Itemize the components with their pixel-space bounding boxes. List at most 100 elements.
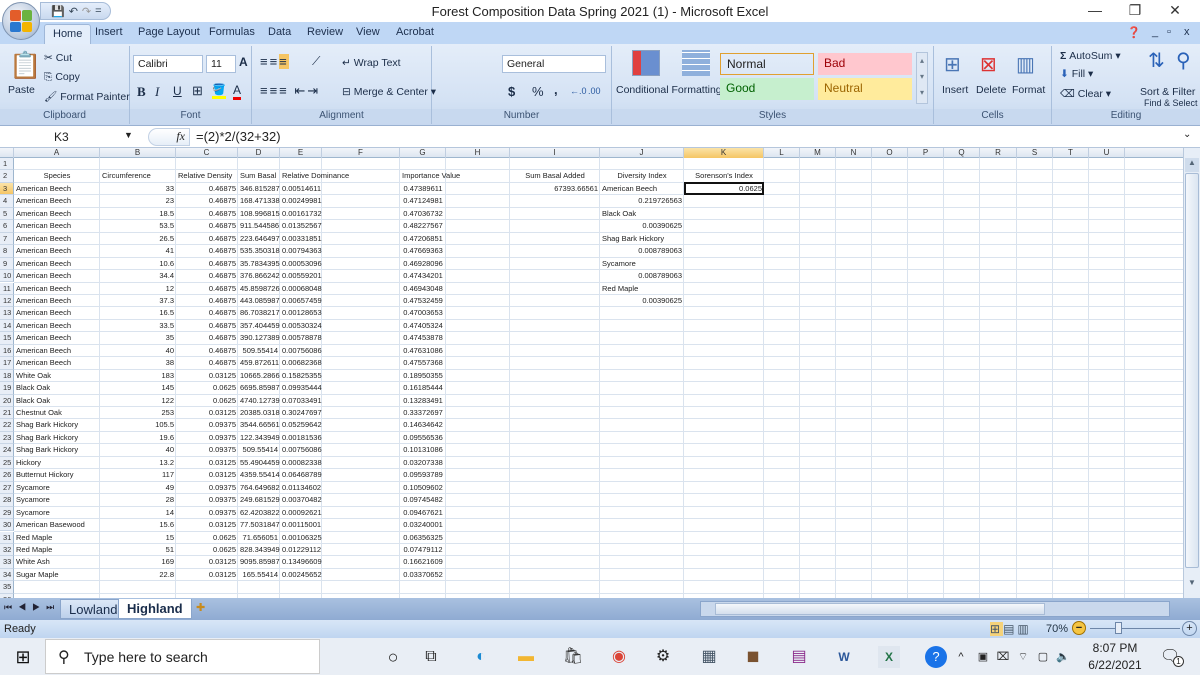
- row-header-32[interactable]: 32: [0, 543, 14, 557]
- selected-cell[interactable]: [684, 181, 764, 196]
- cell-b14[interactable]: 33.5: [102, 320, 174, 332]
- cell-g11[interactable]: 0.46943048: [402, 283, 444, 295]
- insert-sheet-icon[interactable]: ✚: [188, 599, 213, 619]
- minimize-button[interactable]: —: [1075, 2, 1115, 20]
- help-tray-icon[interactable]: ?: [925, 646, 947, 668]
- cell-b20[interactable]: 122: [102, 395, 174, 407]
- cell-e29[interactable]: 0.00092621: [282, 507, 322, 519]
- column-header-h[interactable]: H: [446, 148, 510, 158]
- font-color-icon[interactable]: A: [233, 83, 242, 100]
- cell-e11[interactable]: 0.00068048: [282, 283, 322, 295]
- taskbar-search[interactable]: ⚲ Type here to search: [45, 639, 320, 674]
- file-explorer-icon[interactable]: ▬: [515, 646, 537, 668]
- vertical-scrollbar[interactable]: ▲ ▼: [1183, 148, 1200, 598]
- paste-icon[interactable]: 📋: [9, 50, 41, 81]
- cell-b34[interactable]: 22.8: [102, 569, 174, 581]
- cell-j10[interactable]: 0.008789063: [602, 270, 682, 282]
- cell-g23[interactable]: 0.09556536: [402, 432, 444, 444]
- column-header-r[interactable]: R: [980, 148, 1017, 158]
- tray-meet-icon[interactable]: ▣: [972, 646, 994, 668]
- column-header-l[interactable]: L: [764, 148, 800, 158]
- column-header-o[interactable]: O: [872, 148, 908, 158]
- cell-d24[interactable]: 509.55414: [240, 444, 278, 456]
- cell-j5[interactable]: Black Oak: [602, 208, 748, 220]
- cell-a25[interactable]: Hickory: [16, 457, 98, 469]
- cell-d26[interactable]: 4359.55414: [240, 469, 280, 481]
- row-header-10[interactable]: 10: [0, 270, 14, 283]
- cell-b5[interactable]: 18.5: [102, 208, 174, 220]
- cell-d5[interactable]: 108.996815: [240, 208, 280, 220]
- cell-g26[interactable]: 0.09593789: [402, 469, 444, 481]
- fill-color-icon[interactable]: 🪣: [212, 83, 226, 99]
- row-header-16[interactable]: 16: [0, 344, 14, 358]
- settings-icon[interactable]: ⚙: [652, 646, 674, 668]
- cell-b27[interactable]: 49: [102, 482, 174, 494]
- cell-b9[interactable]: 10.6: [102, 258, 174, 270]
- cell-j9[interactable]: Sycamore: [602, 258, 748, 270]
- cell-b8[interactable]: 41: [102, 245, 174, 257]
- cell-g34[interactable]: 0.03370652: [402, 569, 444, 581]
- cell-a28[interactable]: Sycamore: [16, 494, 98, 506]
- cell-c31[interactable]: 0.0625: [178, 532, 236, 544]
- row-header-29[interactable]: 29: [0, 506, 14, 520]
- style-neutral[interactable]: Neutral: [818, 78, 912, 100]
- cell-b26[interactable]: 117: [102, 469, 174, 481]
- formula-input[interactable]: =(2)*2/(32+32): [196, 129, 281, 144]
- clock-time[interactable]: 8:07 PM: [1085, 641, 1145, 655]
- cell-a11[interactable]: American Beech: [16, 283, 98, 295]
- cell-c11[interactable]: 0.46875: [178, 283, 236, 295]
- paste-button[interactable]: Paste: [8, 84, 35, 96]
- row-header-19[interactable]: 19: [0, 382, 14, 395]
- ribbon-close-button[interactable]: x: [1184, 26, 1190, 38]
- cell-g30[interactable]: 0.03240001: [402, 519, 444, 531]
- cell-a22[interactable]: Shag Bark Hickory: [16, 419, 98, 431]
- column-header-d[interactable]: D: [238, 148, 280, 158]
- tray-app-icon[interactable]: ▢: [1032, 646, 1054, 668]
- cell-c15[interactable]: 0.46875: [178, 332, 236, 344]
- redo-icon[interactable]: ↷: [82, 5, 91, 18]
- cell-c23[interactable]: 0.09375: [178, 432, 236, 444]
- row-header-21[interactable]: 21: [0, 407, 14, 420]
- row-header-15[interactable]: 15: [0, 332, 14, 345]
- cell-d33[interactable]: 9095.85987: [240, 556, 280, 568]
- cell-b24[interactable]: 40: [102, 444, 174, 456]
- row-header-1[interactable]: 1: [0, 158, 14, 171]
- row-header-26[interactable]: 26: [0, 469, 14, 482]
- cell-g25[interactable]: 0.03207338: [402, 457, 444, 469]
- cell-a10[interactable]: American Beech: [16, 270, 98, 282]
- row-header-11[interactable]: 11: [0, 282, 14, 295]
- comma-button[interactable]: ,: [554, 82, 558, 97]
- cell-c9[interactable]: 0.46875: [178, 258, 236, 270]
- cell-d23[interactable]: 122.343949: [240, 432, 280, 444]
- cell-d13[interactable]: 86.7038217: [240, 307, 280, 319]
- cell-j7[interactable]: Shag Bark Hickory: [602, 233, 748, 245]
- chrome-icon[interactable]: ◉: [608, 646, 630, 668]
- cell-e5[interactable]: 0.00161732: [282, 208, 322, 220]
- conditional-formatting-button[interactable]: Conditional Formatting: [616, 84, 722, 96]
- zoom-level[interactable]: 70%: [1046, 623, 1068, 635]
- scroll-down-icon[interactable]: ▼: [1185, 578, 1199, 592]
- cell-d32[interactable]: 828.343949: [240, 544, 280, 556]
- cell-d6[interactable]: 911.544586: [240, 220, 279, 232]
- insert-cells-icon[interactable]: ⊞: [944, 52, 961, 77]
- cell-j12[interactable]: 0.00390625: [602, 295, 682, 307]
- format-painter-button[interactable]: 🖌 Format Painter: [44, 90, 130, 103]
- cell-k2[interactable]: Sorenson's Index: [686, 170, 762, 182]
- cell-c22[interactable]: 0.09375: [178, 419, 236, 431]
- row-header-2[interactable]: 2: [0, 170, 14, 183]
- cell-e3[interactable]: 0.00514611: [282, 183, 321, 195]
- row-header-27[interactable]: 27: [0, 481, 14, 495]
- cell-g3[interactable]: 0.47389611: [402, 183, 444, 195]
- tab-data[interactable]: Data: [268, 26, 291, 38]
- cell-d25[interactable]: 55.4904459: [240, 457, 280, 469]
- cell-b19[interactable]: 145: [102, 382, 174, 394]
- cortana-icon[interactable]: ○: [382, 646, 404, 668]
- cell-g10[interactable]: 0.47434201: [402, 270, 444, 282]
- cell-e2[interactable]: Relative Dominance: [282, 170, 398, 182]
- cell-a24[interactable]: Shag Bark Hickory: [16, 444, 98, 456]
- cell-a5[interactable]: American Beech: [16, 208, 98, 220]
- cell-d12[interactable]: 443.085987: [240, 295, 280, 307]
- cell-g18[interactable]: 0.18950355: [402, 370, 444, 382]
- cell-a6[interactable]: American Beech: [16, 220, 98, 232]
- name-box-dropdown-icon[interactable]: ▼: [124, 130, 133, 140]
